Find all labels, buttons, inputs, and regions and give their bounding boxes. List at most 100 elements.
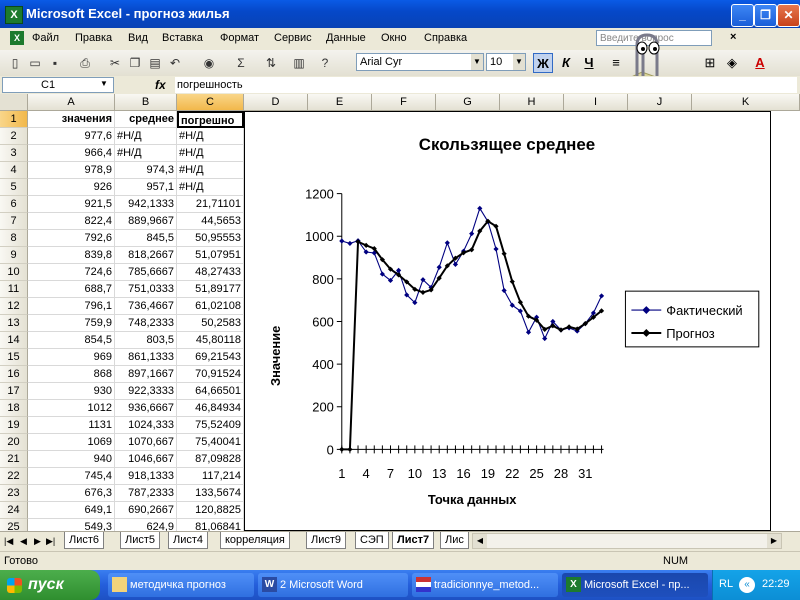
cell[interactable]: 969 <box>28 349 115 366</box>
cell[interactable]: #Н/Д <box>177 145 244 162</box>
cell[interactable]: 922,3333 <box>115 383 177 400</box>
column-header[interactable]: G <box>436 94 500 111</box>
cell[interactable]: 1012 <box>28 400 115 417</box>
row-header[interactable]: 11 <box>0 281 28 298</box>
chevron-down-icon[interactable]: ▼ <box>513 54 525 70</box>
cell[interactable]: 649,1 <box>28 502 115 519</box>
row-header[interactable]: 24 <box>0 502 28 519</box>
cell[interactable]: 822,4 <box>28 213 115 230</box>
autosum-icon[interactable]: Σ <box>232 54 250 72</box>
column-header[interactable]: J <box>628 94 692 111</box>
start-button[interactable]: пуск <box>0 570 100 600</box>
cell[interactable]: 64,66501 <box>177 383 244 400</box>
cell[interactable]: 978,9 <box>28 162 115 179</box>
cell[interactable]: 51,89177 <box>177 281 244 298</box>
row-header[interactable]: 13 <box>0 315 28 332</box>
row-header[interactable]: 7 <box>0 213 28 230</box>
cell[interactable]: 61,02108 <box>177 298 244 315</box>
cell[interactable]: 918,1333 <box>115 468 177 485</box>
hyperlink-icon[interactable]: ◉ <box>200 54 218 72</box>
sheet-tab[interactable]: Лист5 <box>120 532 161 549</box>
cell[interactable]: 974,3 <box>115 162 177 179</box>
column-header[interactable]: K <box>692 94 800 111</box>
row-header[interactable]: 17 <box>0 383 28 400</box>
sort-icon[interactable]: ⇅ <box>262 54 280 72</box>
font-name-select[interactable]: Arial Cyr ▼ <box>356 53 484 71</box>
cell[interactable]: 926 <box>28 179 115 196</box>
menu-help[interactable]: Справка <box>424 32 467 44</box>
scroll-left-icon[interactable]: ◀ <box>473 534 487 548</box>
prev-sheet-icon[interactable]: ◀ <box>20 536 27 547</box>
doc-close-icon[interactable]: × <box>730 31 736 43</box>
new-doc-icon[interactable]: ▯ <box>6 54 24 72</box>
sheet-tab[interactable]: Лис <box>440 532 469 549</box>
cell[interactable]: 688,7 <box>28 281 115 298</box>
italic-button[interactable]: К <box>556 53 576 73</box>
cell[interactable]: 1046,667 <box>115 451 177 468</box>
cell[interactable]: 748,2333 <box>115 315 177 332</box>
language-switch-icon[interactable]: « <box>739 577 755 593</box>
menu-view[interactable]: Вид <box>128 32 148 44</box>
sheet-tab[interactable]: СЭП <box>355 532 389 549</box>
cell[interactable]: 921,5 <box>28 196 115 213</box>
cell[interactable]: 868 <box>28 366 115 383</box>
row-header[interactable]: 23 <box>0 485 28 502</box>
column-header[interactable]: C <box>177 94 244 111</box>
row-header[interactable]: 20 <box>0 434 28 451</box>
row-header[interactable]: 16 <box>0 366 28 383</box>
undo-icon[interactable]: ↶ <box>166 54 184 72</box>
cell[interactable]: 690,2667 <box>115 502 177 519</box>
column-header[interactable]: B <box>115 94 177 111</box>
cell[interactable]: 930 <box>28 383 115 400</box>
font-color-icon[interactable]: A <box>750 53 770 73</box>
row-header[interactable]: 2 <box>0 128 28 145</box>
insert-function-icon[interactable]: fx <box>155 78 166 92</box>
cell[interactable]: #Н/Д <box>177 162 244 179</box>
cell[interactable]: 751,0333 <box>115 281 177 298</box>
column-header[interactable]: D <box>244 94 308 111</box>
cell[interactable]: 117,214 <box>177 468 244 485</box>
column-header[interactable]: E <box>308 94 372 111</box>
cell[interactable]: 957,1 <box>115 179 177 196</box>
row-header[interactable]: 15 <box>0 349 28 366</box>
cell[interactable]: 839,8 <box>28 247 115 264</box>
cell[interactable]: 854,5 <box>28 332 115 349</box>
cell[interactable]: 759,9 <box>28 315 115 332</box>
chevron-down-icon[interactable]: ▼ <box>471 54 483 70</box>
row-header[interactable]: 10 <box>0 264 28 281</box>
cell[interactable]: 50,95553 <box>177 230 244 247</box>
cell[interactable]: 736,4667 <box>115 298 177 315</box>
close-button[interactable]: ✕ <box>777 4 800 27</box>
row-header[interactable]: 5 <box>0 179 28 196</box>
row-header[interactable]: 18 <box>0 400 28 417</box>
cell[interactable]: 942,1333 <box>115 196 177 213</box>
cell[interactable]: 70,91524 <box>177 366 244 383</box>
cell[interactable]: 966,4 <box>28 145 115 162</box>
cell[interactable]: 44,5653 <box>177 213 244 230</box>
cell[interactable]: 787,2333 <box>115 485 177 502</box>
name-box[interactable]: C1 <box>2 77 114 93</box>
row-header[interactable]: 4 <box>0 162 28 179</box>
cell[interactable]: 1069 <box>28 434 115 451</box>
task-excel[interactable]: X Microsoft Excel - пр... <box>562 573 708 597</box>
cell[interactable]: 792,6 <box>28 230 115 247</box>
scroll-right-icon[interactable]: ▶ <box>767 534 781 548</box>
row-header[interactable]: 21 <box>0 451 28 468</box>
language-indicator[interactable]: RL <box>719 578 733 590</box>
cell[interactable]: среднее <box>115 111 177 128</box>
save-icon[interactable]: ▪ <box>46 54 64 72</box>
cell[interactable]: 87,09828 <box>177 451 244 468</box>
select-all-corner[interactable] <box>0 94 28 111</box>
row-header[interactable]: 9 <box>0 247 28 264</box>
row-header[interactable]: 19 <box>0 417 28 434</box>
row-header[interactable]: 8 <box>0 230 28 247</box>
chevron-down-icon[interactable]: ▼ <box>100 79 108 88</box>
menu-window[interactable]: Окно <box>381 32 407 44</box>
sheet-tab[interactable]: Лист7 <box>392 532 435 549</box>
task-word[interactable]: W2 Microsoft Word <box>258 573 408 597</box>
cell[interactable]: погрешно <box>177 111 244 128</box>
borders-icon[interactable]: ⊞ <box>700 53 720 73</box>
open-folder-icon[interactable]: ▭ <box>26 54 44 72</box>
cell[interactable]: 745,4 <box>28 468 115 485</box>
next-sheet-icon[interactable]: ▶ <box>34 536 41 547</box>
